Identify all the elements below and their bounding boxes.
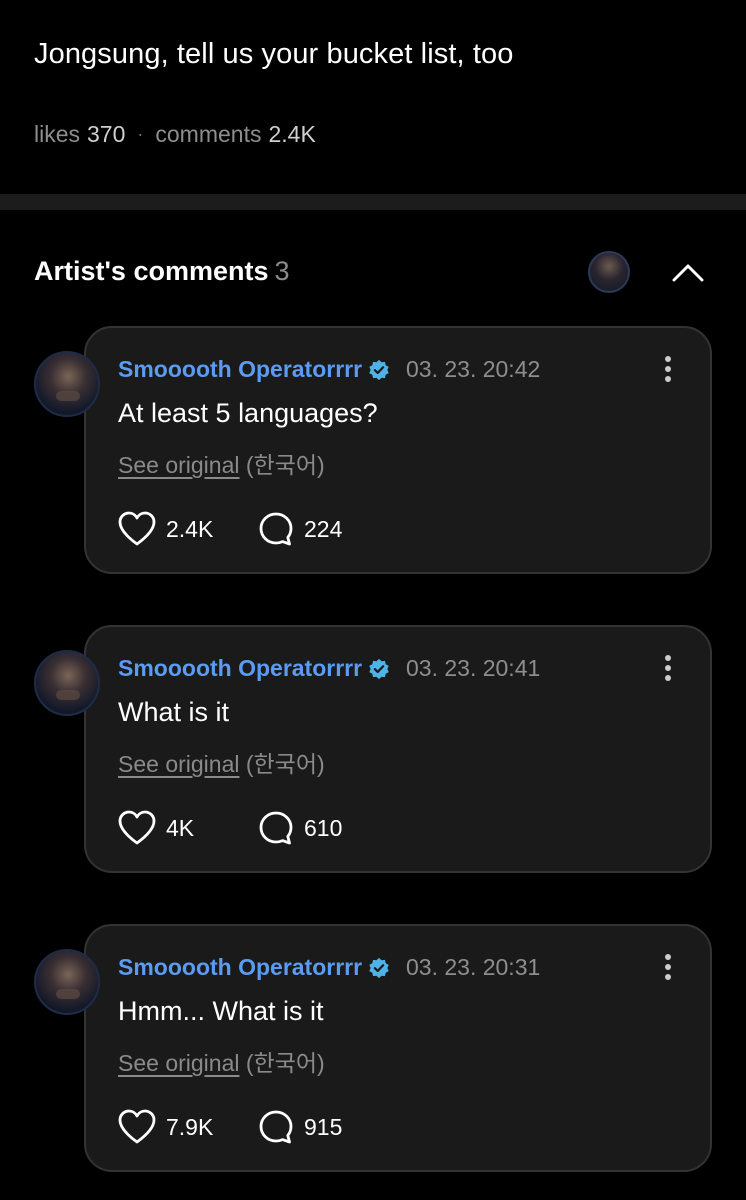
like-button[interactable]: 4K bbox=[118, 810, 258, 846]
comment-time: 03. 23. 20:42 bbox=[406, 356, 541, 382]
see-original-link[interactable]: See original bbox=[118, 751, 239, 777]
comment-text: At least 5 languages? bbox=[118, 398, 378, 428]
verified-badge-icon bbox=[369, 957, 389, 978]
comment-text: What is it bbox=[118, 697, 230, 727]
comment-time: 03. 23. 20:31 bbox=[406, 954, 541, 980]
avatar[interactable] bbox=[34, 650, 100, 716]
see-original-link[interactable]: See original bbox=[118, 452, 239, 478]
section-divider bbox=[0, 194, 746, 210]
author-name[interactable]: Smooooth Operatorrrr bbox=[118, 356, 362, 383]
reply-count: 610 bbox=[304, 814, 343, 841]
original-language: (한국어) bbox=[245, 452, 325, 478]
comment-card: Smooooth Operatorrrr 03. 23. 20:42 At le… bbox=[84, 326, 712, 574]
like-button[interactable]: 2.4K bbox=[118, 511, 258, 547]
author-name[interactable]: Smooooth Operatorrrr bbox=[118, 954, 362, 981]
original-language: (한국어) bbox=[245, 751, 325, 777]
post-stats: likes 370 · comments 2.4K bbox=[34, 121, 316, 148]
reply-button[interactable]: 915 bbox=[258, 1109, 342, 1145]
comment-author[interactable]: Smooooth Operatorrrr bbox=[118, 655, 390, 682]
like-count: 4K bbox=[166, 814, 195, 841]
artist-comments-header: Artist's comments 3 bbox=[34, 256, 290, 287]
author-name[interactable]: Smooooth Operatorrrr bbox=[118, 655, 362, 682]
more-vertical-icon[interactable] bbox=[656, 952, 680, 982]
comment-actions: 7.9K 915 bbox=[118, 1109, 342, 1145]
see-original: See original (한국어) bbox=[118, 1044, 325, 1078]
like-count: 7.9K bbox=[166, 1113, 214, 1140]
see-original: See original (한국어) bbox=[118, 745, 325, 779]
comment-bubble-icon bbox=[259, 512, 293, 546]
reply-button[interactable]: 610 bbox=[258, 810, 342, 846]
post-text: Jongsung, tell us your bucket list, too bbox=[34, 38, 514, 70]
like-count: 2.4K bbox=[166, 515, 214, 542]
see-original-link[interactable]: See original bbox=[118, 1050, 239, 1076]
reply-count: 224 bbox=[304, 515, 343, 542]
comment-author[interactable]: Smooooth Operatorrrr bbox=[118, 954, 390, 981]
artist-comments-count: 3 bbox=[274, 256, 290, 286]
see-original: See original (한국어) bbox=[118, 446, 325, 480]
verified-badge-icon bbox=[369, 359, 389, 380]
more-vertical-icon[interactable] bbox=[656, 354, 680, 384]
more-vertical-icon[interactable] bbox=[656, 653, 680, 683]
avatar[interactable] bbox=[34, 351, 100, 417]
comment-card: Smooooth Operatorrrr 03. 23. 20:31 Hmm..… bbox=[84, 924, 712, 1172]
comment-bubble-icon bbox=[259, 1110, 293, 1144]
separator-dot: · bbox=[137, 124, 144, 144]
reply-button[interactable]: 224 bbox=[258, 511, 342, 547]
comment-actions: 2.4K 224 bbox=[118, 511, 342, 547]
comment-bubble-icon bbox=[259, 811, 293, 845]
artist-comments-title: Artist's comments bbox=[34, 256, 269, 286]
comment-text: Hmm... What is it bbox=[118, 996, 324, 1026]
verified-badge-icon bbox=[369, 658, 389, 679]
avatar[interactable] bbox=[34, 949, 100, 1015]
comment-actions: 4K 610 bbox=[118, 810, 342, 846]
heart-icon bbox=[118, 810, 156, 845]
comment-time: 03. 23. 20:41 bbox=[406, 655, 541, 681]
heart-icon bbox=[118, 511, 156, 546]
comment-author[interactable]: Smooooth Operatorrrr bbox=[118, 356, 390, 383]
like-button[interactable]: 7.9K bbox=[118, 1109, 258, 1145]
likes-count: 370 bbox=[87, 121, 126, 147]
artist-avatar[interactable] bbox=[588, 251, 630, 293]
reply-count: 915 bbox=[304, 1113, 343, 1140]
likes-label: likes bbox=[34, 121, 81, 147]
heart-icon bbox=[118, 1109, 156, 1144]
comment-card: Smooooth Operatorrrr 03. 23. 20:41 What … bbox=[84, 625, 712, 873]
original-language: (한국어) bbox=[245, 1050, 325, 1076]
comments-count: 2.4K bbox=[268, 121, 316, 147]
chevron-up-icon[interactable] bbox=[668, 256, 708, 286]
comments-label: comments bbox=[155, 121, 262, 147]
